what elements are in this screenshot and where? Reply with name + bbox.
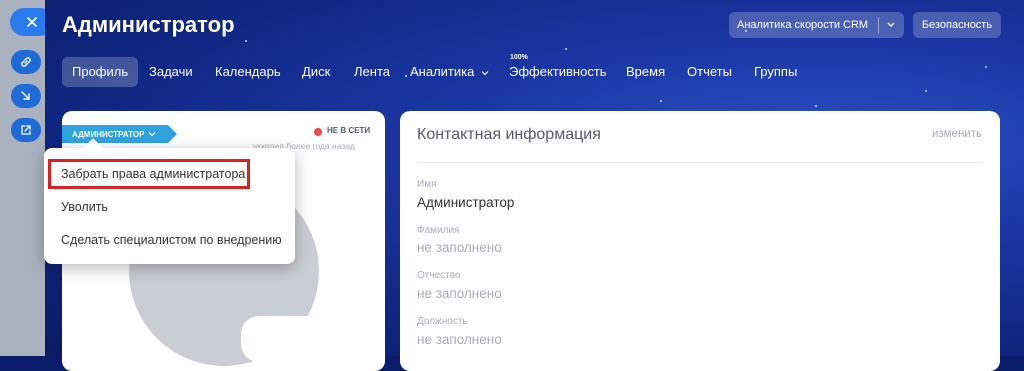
role-label: АДМИНИСТРАТОР bbox=[72, 129, 145, 139]
security-button[interactable]: Безопасность bbox=[913, 12, 1001, 38]
arrow-down-right-icon bbox=[21, 91, 30, 100]
open-external-icon bbox=[21, 125, 31, 135]
chevron-down-icon bbox=[481, 71, 489, 76]
link-icon bbox=[21, 57, 31, 67]
tab-analytics-label: Аналитика bbox=[410, 64, 475, 79]
menu-item-make-implementation-specialist[interactable]: Сделать специалистом по внедрению bbox=[61, 233, 282, 247]
star bbox=[925, 90, 927, 92]
menu-item-dismiss[interactable]: Уволить bbox=[61, 200, 108, 214]
star bbox=[405, 75, 407, 77]
field-value-first-name: Администратор bbox=[417, 195, 515, 210]
tab-disk[interactable]: Диск bbox=[302, 57, 330, 87]
crm-analytics-label: Аналитика скорости CRM bbox=[737, 19, 869, 31]
role-dropdown[interactable]: АДМИНИСТРАТОР bbox=[62, 125, 178, 143]
star bbox=[985, 66, 987, 68]
edit-link[interactable]: изменить bbox=[932, 128, 982, 140]
field-label-position: Должность bbox=[417, 316, 468, 327]
tab-feed[interactable]: Лента bbox=[354, 57, 390, 87]
tab-profile[interactable]: Профиль bbox=[62, 57, 139, 87]
contact-info-title: Контактная информация bbox=[417, 126, 601, 143]
page-title: Администратор bbox=[62, 12, 235, 37]
contact-info-card: Контактная информация изменить Имя Админ… bbox=[400, 111, 1000, 371]
star bbox=[660, 100, 662, 102]
collapse-button[interactable] bbox=[11, 84, 41, 108]
divider bbox=[417, 162, 983, 163]
chevron-down-icon[interactable] bbox=[886, 21, 896, 29]
field-value-patronymic: не заполнено bbox=[417, 286, 502, 301]
open-new-window-button[interactable] bbox=[11, 118, 41, 142]
role-menu: Забрать права администратора Уволить Сде… bbox=[44, 138, 295, 264]
star bbox=[245, 40, 247, 42]
field-label-patronymic: Отчество bbox=[417, 270, 461, 281]
crm-analytics-button[interactable]: Аналитика скорости CRM bbox=[729, 12, 904, 38]
tab-analytics[interactable]: Аналитика bbox=[410, 57, 489, 87]
close-icon bbox=[27, 17, 37, 27]
field-label-first-name: Имя bbox=[417, 179, 437, 190]
chevron-down-icon bbox=[149, 132, 156, 137]
avatar-placeholder-icon bbox=[241, 316, 337, 362]
copy-link-button[interactable] bbox=[11, 50, 41, 74]
star bbox=[565, 48, 567, 50]
button-divider bbox=[878, 17, 879, 33]
tab-reports[interactable]: Отчеты bbox=[687, 57, 732, 87]
tab-tasks[interactable]: Задачи bbox=[149, 57, 193, 87]
tab-time[interactable]: Время bbox=[626, 57, 665, 87]
field-label-last-name: Фамилия bbox=[417, 225, 460, 236]
field-value-position: не заполнено bbox=[417, 332, 502, 347]
left-sidebar bbox=[0, 0, 54, 356]
tab-calendar[interactable]: Календарь bbox=[215, 57, 281, 87]
offline-status-dot bbox=[314, 128, 322, 136]
menu-item-revoke-admin[interactable]: Забрать права администратора bbox=[61, 167, 245, 181]
online-status: НЕ В СЕТИ bbox=[327, 126, 371, 135]
tab-efficiency[interactable]: Эффективность bbox=[509, 57, 607, 87]
star bbox=[815, 105, 817, 107]
tab-groups[interactable]: Группы bbox=[754, 57, 797, 87]
field-value-last-name: не заполнено bbox=[417, 240, 502, 255]
